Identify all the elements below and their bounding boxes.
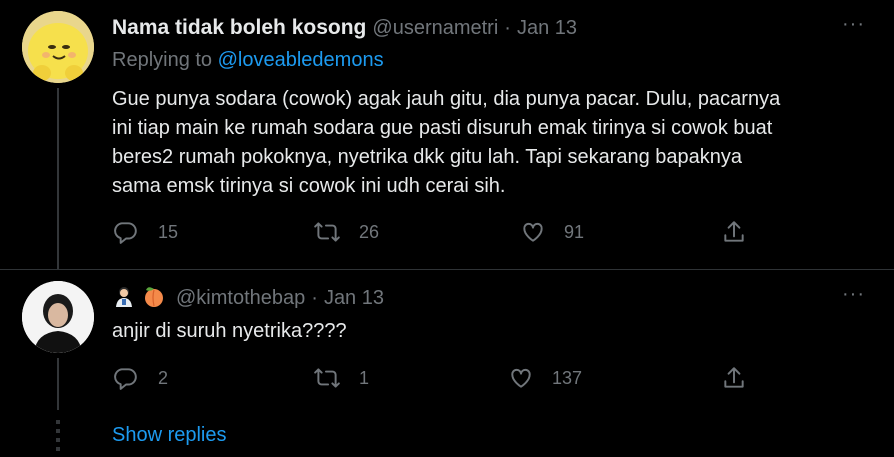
- tweet-text: Gue punya sodara (cowok) agak jauh gitu,…: [112, 85, 882, 201]
- replying-handle-link[interactable]: @loveabledemons: [218, 49, 384, 71]
- like-count: 137: [552, 367, 583, 388]
- tweet-header: Nama tidak boleh kosong @usernametri · J…: [112, 13, 577, 43]
- retweet-icon: [314, 222, 340, 242]
- show-replies-link[interactable]: Show replies: [112, 424, 227, 447]
- tweet-divider: [0, 269, 894, 270]
- timestamp[interactable]: Jan 13: [517, 17, 577, 40]
- separator: ·: [504, 16, 511, 39]
- reply-count: 2: [158, 367, 169, 388]
- more-icon[interactable]: ···: [842, 283, 865, 306]
- tweet-text-line: sama emsk tirinya si cowok ini udh cerai…: [112, 175, 506, 197]
- retweet-icon: [314, 368, 340, 388]
- handle[interactable]: @kimtothebap: [176, 287, 305, 310]
- share-button[interactable]: [721, 218, 747, 246]
- reply-icon: [114, 368, 137, 390]
- avatar-image: [22, 281, 94, 353]
- tweet-text: anjir di suruh nyetrika????: [112, 320, 347, 342]
- retweet-button[interactable]: 26: [313, 218, 379, 246]
- timestamp[interactable]: Jan 13: [324, 287, 384, 310]
- replying-prefix: Replying to: [112, 49, 213, 71]
- separator: ·: [311, 286, 318, 309]
- retweet-count: 1: [359, 367, 370, 388]
- retweet-button[interactable]: 1: [313, 364, 369, 392]
- share-icon: [724, 367, 744, 388]
- reply-button[interactable]: 2: [112, 364, 168, 392]
- replying-to: Replying to @loveabledemons: [112, 49, 384, 72]
- avatar[interactable]: [22, 281, 94, 353]
- like-button[interactable]: 91: [520, 218, 584, 246]
- tweet-text-line: beres2 rumah pokoknya, nyetrika dkk gitu…: [112, 146, 743, 168]
- avatar-image: [22, 11, 94, 83]
- share-icon: [724, 221, 744, 242]
- tweet-header: @kimtothebap · Jan 13: [112, 283, 384, 313]
- handle[interactable]: @usernametri: [372, 17, 498, 40]
- peach-emoji-icon: [142, 284, 166, 313]
- tweet-text-line: Gue punya sodara (cowok) agak jauh gitu,…: [112, 88, 781, 110]
- thread-line: [57, 358, 59, 410]
- like-icon: [523, 222, 543, 242]
- tweet-text-line: ini tiap main ke rumah sodara gue pasti …: [112, 117, 773, 139]
- retweet-count: 26: [359, 221, 380, 242]
- reply-button[interactable]: 15: [112, 218, 178, 246]
- reply-count: 15: [158, 221, 179, 242]
- like-icon: [511, 368, 531, 388]
- share-button[interactable]: [721, 364, 747, 392]
- like-button[interactable]: 137: [508, 364, 582, 392]
- thread-line: [57, 88, 59, 269]
- like-count: 91: [564, 221, 585, 242]
- more-icon[interactable]: ···: [842, 13, 865, 36]
- thread-dots: [56, 420, 60, 456]
- reply-icon: [114, 222, 137, 244]
- scientist-emoji-icon: [112, 284, 136, 313]
- avatar[interactable]: [22, 11, 94, 83]
- display-name[interactable]: Nama tidak boleh kosong: [112, 16, 366, 40]
